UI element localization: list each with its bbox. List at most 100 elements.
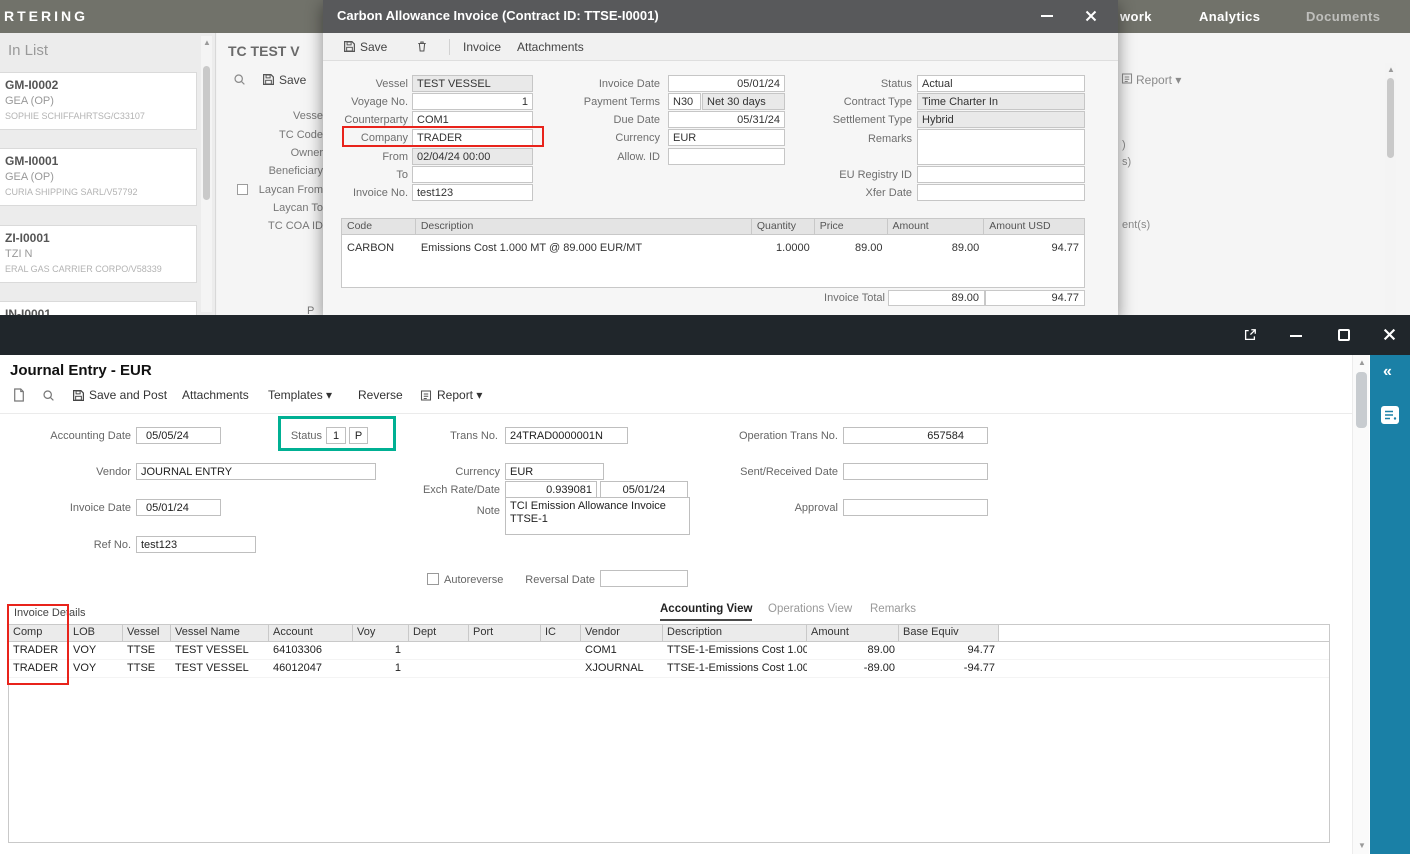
form-panel-icon[interactable]: [1380, 405, 1400, 425]
attachments-button[interactable]: Attachments: [182, 388, 249, 402]
accounting-date-field[interactable]: 05/05/24: [136, 427, 221, 444]
scrollbar-thumb[interactable]: [1387, 78, 1394, 158]
save-and-post-button[interactable]: Save and Post: [89, 388, 167, 402]
label-contract-type: Contract Type: [800, 96, 912, 108]
currency-field[interactable]: EUR: [505, 463, 604, 480]
label-invoice-date: Invoice Date: [548, 78, 660, 90]
minimize-icon[interactable]: [1041, 15, 1053, 17]
menu-item-documents[interactable]: Documents: [1306, 9, 1380, 24]
report-button[interactable]: Report ▾: [1136, 73, 1181, 87]
operation-trans-no-field[interactable]: 657584: [843, 427, 988, 444]
xfer-date-field[interactable]: [917, 184, 1085, 201]
close-icon[interactable]: [1085, 10, 1097, 22]
tab-accounting-view[interactable]: Accounting View: [660, 603, 752, 621]
col-header: Description: [416, 219, 752, 234]
table-row[interactable]: CARBON Emissions Cost 1.000 MT @ 89.000 …: [342, 242, 1084, 254]
report-button[interactable]: Report ▾: [437, 388, 482, 402]
in-list-panel: In List GM-I0002 GEA (OP) SOPHIE SCHIFFA…: [0, 33, 216, 315]
collapse-panel-icon[interactable]: «: [1383, 363, 1392, 381]
trash-icon[interactable]: [416, 40, 428, 53]
counterparty-field[interactable]: COM1: [412, 111, 533, 128]
scroll-up-icon[interactable]: ▲: [1358, 359, 1366, 367]
menu-item-analytics[interactable]: Analytics: [1199, 9, 1260, 24]
scroll-up-icon[interactable]: ▲: [203, 39, 211, 47]
to-field[interactable]: [412, 166, 533, 183]
scrollbar-thumb[interactable]: [203, 66, 210, 200]
vendor-field[interactable]: JOURNAL ENTRY: [136, 463, 376, 480]
sent-received-date-field[interactable]: [843, 463, 988, 480]
save-button[interactable]: Save: [279, 73, 306, 87]
report-label: Report: [1136, 73, 1172, 87]
allow-id-field[interactable]: [668, 148, 785, 165]
menu-item-work[interactable]: work: [1120, 9, 1152, 24]
expand-icon[interactable]: [1243, 328, 1257, 342]
ref-no-field[interactable]: test123: [136, 536, 256, 553]
list-item-sub: GEA (OP): [5, 171, 190, 183]
field-label-owner: Owner: [217, 147, 323, 159]
new-document-icon[interactable]: [13, 388, 25, 402]
cell: 94.77: [899, 642, 999, 659]
save-button[interactable]: Save: [360, 40, 387, 54]
from-field[interactable]: 02/04/24 00:00: [412, 148, 533, 165]
label-status: Status: [800, 78, 912, 90]
status-code-field[interactable]: 1: [326, 427, 346, 444]
col-header: Base Equiv: [899, 625, 999, 641]
journal-scrollbar[interactable]: ▲ ▼: [1352, 355, 1369, 854]
status-field[interactable]: Actual: [917, 75, 1085, 92]
label-from: From: [323, 151, 408, 163]
tab-attachments[interactable]: Attachments: [517, 40, 584, 54]
approval-field[interactable]: [843, 499, 988, 516]
cell: Emissions Cost 1.000 MT @ 89.000 EUR/MT: [416, 242, 752, 254]
eu-registry-id-field[interactable]: [917, 166, 1085, 183]
trans-no-field[interactable]: 24TRAD0000001N: [505, 427, 628, 444]
remarks-field[interactable]: [917, 129, 1085, 165]
grid-row[interactable]: TRADER VOY TTSE TEST VESSEL 64103306 1 C…: [9, 642, 1329, 660]
cell: [469, 642, 541, 659]
currency-field[interactable]: EUR: [668, 129, 785, 146]
grid-row[interactable]: TRADER VOY TTSE TEST VESSEL 46012047 1 X…: [9, 660, 1329, 678]
scroll-down-icon[interactable]: ▼: [1358, 842, 1366, 850]
status-flag-field[interactable]: P: [349, 427, 368, 444]
maximize-icon[interactable]: [1338, 329, 1350, 341]
invoice-no-field[interactable]: test123: [412, 184, 533, 201]
scrollbar-thumb[interactable]: [1356, 372, 1367, 428]
settlement-type-field[interactable]: Hybrid: [917, 111, 1085, 128]
voyage-no-field[interactable]: 1: [412, 93, 533, 110]
due-date-field[interactable]: 05/31/24: [668, 111, 785, 128]
cell: -94.77: [899, 660, 999, 677]
tab-invoice[interactable]: Invoice: [463, 40, 501, 54]
background-scrollbar[interactable]: ▲: [1385, 63, 1396, 315]
scroll-up-icon[interactable]: ▲: [1387, 66, 1395, 74]
templates-button[interactable]: Templates ▾: [268, 388, 332, 402]
col-header: Vessel: [123, 625, 171, 641]
side-panel-strip: «: [1370, 355, 1410, 854]
search-icon[interactable]: [42, 389, 55, 402]
company-field[interactable]: TRADER: [412, 129, 533, 146]
search-icon[interactable]: [233, 73, 246, 86]
invoice-date-field[interactable]: 05/01/24: [668, 75, 785, 92]
list-scrollbar[interactable]: ▲: [201, 36, 212, 312]
payment-terms-code-field[interactable]: N30: [668, 93, 701, 110]
journal-window-title-bar[interactable]: [0, 315, 1410, 355]
dialog-title-bar[interactable]: Carbon Allowance Invoice (Contract ID: T…: [323, 0, 1118, 33]
autoreverse-checkbox[interactable]: [427, 573, 439, 585]
reverse-button[interactable]: Reverse: [358, 388, 403, 402]
contract-type-field[interactable]: Time Charter In: [917, 93, 1085, 110]
close-icon[interactable]: [1383, 328, 1396, 341]
list-item[interactable]: GM-I0002 GEA (OP) SOPHIE SCHIFFAHRTSG/C3…: [0, 72, 197, 130]
list-item[interactable]: GM-I0001 GEA (OP) CURIA SHIPPING SARL/V5…: [0, 148, 197, 206]
report-icon: [420, 389, 432, 402]
vessel-field[interactable]: TEST VESSEL: [412, 75, 533, 92]
tab-remarks[interactable]: Remarks: [870, 603, 916, 619]
payment-terms-desc-field[interactable]: Net 30 days: [702, 93, 785, 110]
exch-rate-date-field[interactable]: 05/01/24: [600, 481, 688, 498]
list-item[interactable]: ZI-I0001 TZI N ERAL GAS CARRIER CORPO/V5…: [0, 225, 197, 283]
label-currency: Currency: [548, 132, 660, 144]
exch-rate-field[interactable]: 0.939081: [505, 481, 597, 498]
invoice-date-field[interactable]: 05/01/24: [136, 499, 221, 516]
list-item[interactable]: IN-I0001: [0, 301, 197, 315]
minimize-icon[interactable]: [1290, 335, 1302, 337]
reversal-date-field[interactable]: [600, 570, 688, 587]
tab-operations-view[interactable]: Operations View: [768, 603, 852, 619]
note-field[interactable]: TCI Emission Allowance Invoice TTSE-1: [505, 497, 690, 535]
